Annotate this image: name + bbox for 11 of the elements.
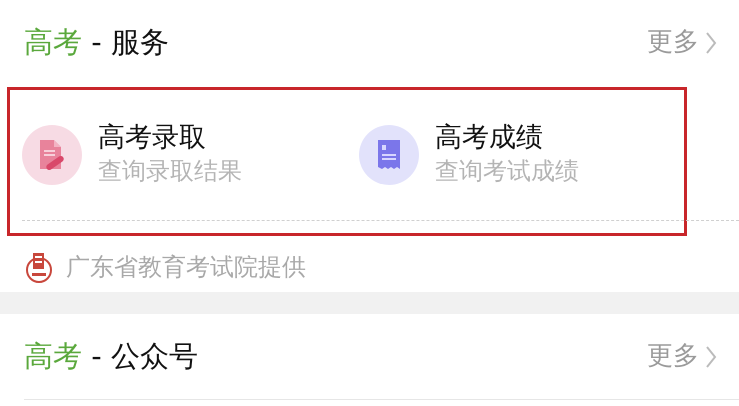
service-title[interactable]: 高考成绩 bbox=[435, 120, 579, 155]
service-title[interactable]: 高考录取 bbox=[98, 120, 242, 155]
emblem-icon bbox=[24, 251, 54, 283]
score-sheet-icon bbox=[376, 138, 402, 170]
section-title: 高考 - 服务 bbox=[24, 24, 169, 61]
chevron-right-icon bbox=[705, 344, 717, 368]
chevron-right-icon bbox=[705, 30, 717, 54]
service-subtitle: 查询考试成绩 bbox=[435, 156, 579, 187]
source-text: 广东省教育考试院提供 bbox=[66, 252, 306, 283]
service-subtitle: 查询录取结果 bbox=[98, 156, 242, 187]
section-title: 高考 - 公众号 bbox=[24, 338, 198, 375]
